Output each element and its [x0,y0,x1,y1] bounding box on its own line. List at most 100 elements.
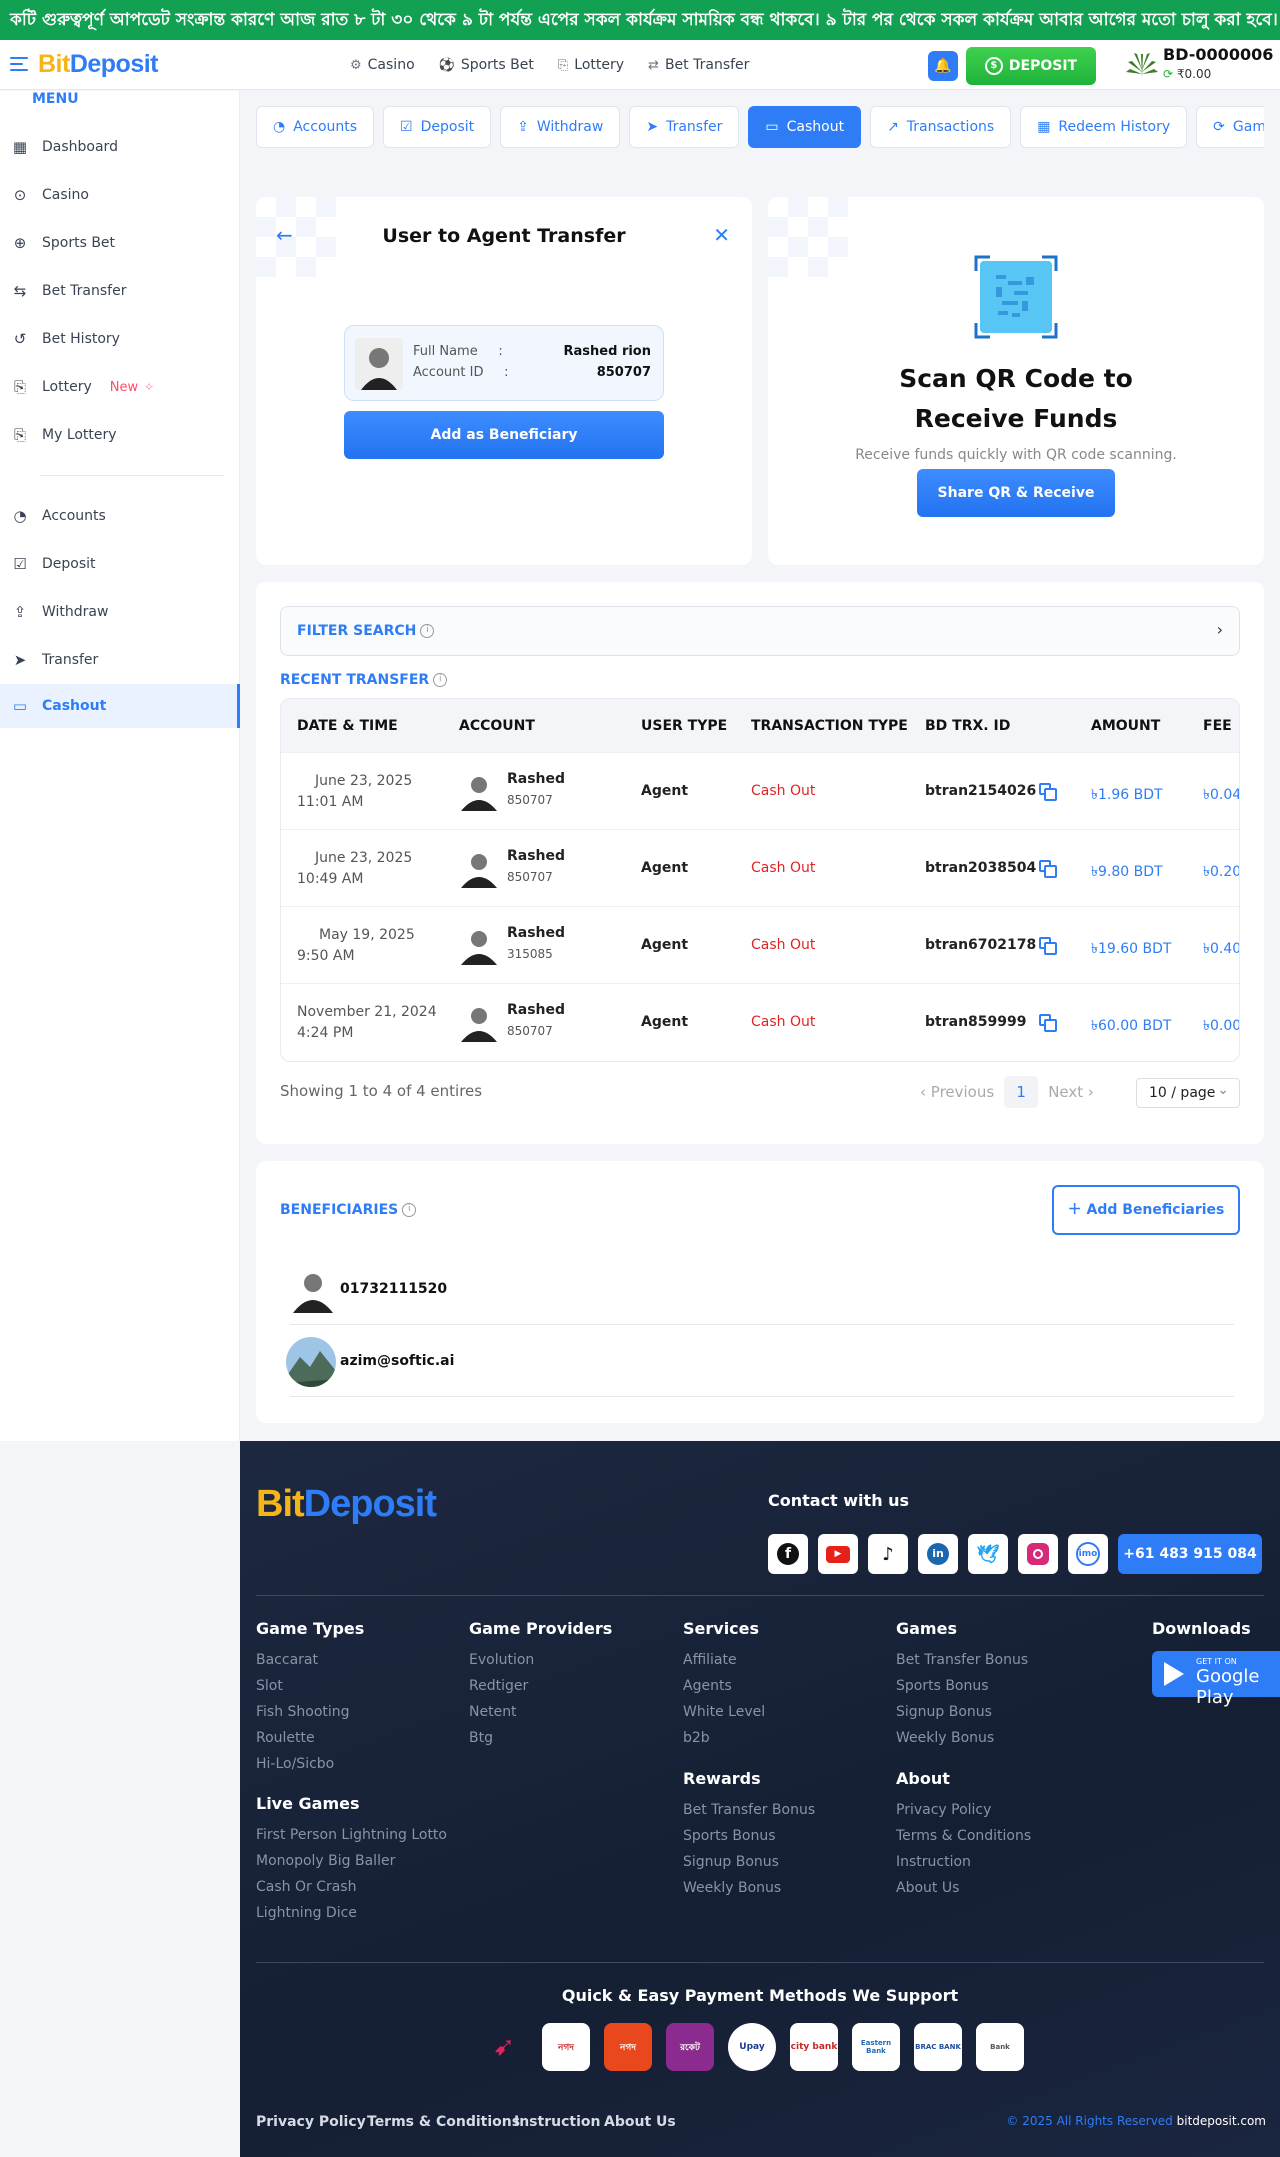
sidebar-item-cashout[interactable]: ▭ Cashout [0,684,240,728]
footer-link[interactable]: Fish Shooting [256,1704,350,1720]
cell-user-type: Agent [641,1014,689,1030]
bottom-link-instruction[interactable]: Instruction [514,2114,600,2130]
next-page-button[interactable]: Next › [1048,1083,1094,1101]
google-play-button[interactable]: GET IT ON Google Play [1152,1651,1280,1708]
sidebar-item-sports-bet[interactable]: ⊕ Sports Bet [0,221,240,265]
footer-link[interactable]: Cash Or Crash [256,1879,356,1895]
close-icon[interactable]: ✕ [713,223,730,247]
share-qr-button[interactable]: Share QR & Receive [917,469,1115,517]
tab-withdraw[interactable]: ⇪ Withdraw [500,106,621,148]
footer-link[interactable]: Bet Transfer Bonus [896,1652,1028,1668]
footer-link[interactable]: About Us [896,1880,959,1896]
info-icon: i [433,673,448,687]
imo-icon[interactable]: imo [1068,1534,1108,1574]
topnav-lottery[interactable]: ⎘ Lottery [558,57,624,73]
linkedin-icon[interactable]: in [918,1534,958,1574]
add-as-beneficiary-button[interactable]: Add as Beneficiary [344,411,664,459]
copy-icon[interactable] [1039,783,1057,801]
footer-link[interactable]: Baccarat [256,1652,318,1668]
footer-link[interactable]: Agents [683,1678,732,1694]
notification-bell-icon[interactable]: 🔔 [928,51,958,81]
footer-link[interactable]: Affiliate [683,1652,737,1668]
tiktok-icon[interactable]: ♪ [868,1534,908,1574]
footer-link[interactable]: Hi-Lo/Sicbo [256,1756,334,1772]
footer-link[interactable]: Privacy Policy [896,1802,991,1818]
refresh-icon[interactable]: ⟳ [1163,67,1173,81]
youtube-icon[interactable]: ▶ [818,1534,858,1574]
send-icon: ➤ [13,651,27,669]
sidebar-item-my-lottery[interactable]: ⎘ My Lottery [0,413,240,457]
topnav-casino[interactable]: ⚙ Casino [350,57,415,73]
footer-link[interactable]: Weekly Bonus [683,1880,781,1896]
bottom-link-terms[interactable]: Terms & Conditions [367,2114,520,2130]
sidebar-item-withdraw[interactable]: ⇪ Withdraw [0,590,240,634]
footer-link[interactable]: Lightning Dice [256,1905,357,1921]
footer-link[interactable]: Signup Bonus [896,1704,992,1720]
copy-icon[interactable] [1039,1014,1057,1032]
footer-link[interactable]: Roulette [256,1730,315,1746]
tab-transfer[interactable]: ➤ Transfer [629,106,740,148]
footer-link[interactable]: b2b [683,1730,710,1746]
sidebar-item-bet-history[interactable]: ↺ Bet History [0,317,240,361]
footer-link[interactable]: White Level [683,1704,765,1720]
leaf-avatar-icon[interactable] [1124,48,1160,82]
footer-link[interactable]: Sports Bonus [683,1828,776,1844]
tab-redeem-history[interactable]: ▦ Redeem History [1020,106,1188,148]
balance[interactable]: ⟳ ₹0.00 [1163,67,1211,81]
footer-link[interactable]: Redtiger [469,1678,528,1694]
hamburger-menu-icon[interactable] [10,57,28,71]
sidebar-item-dashboard[interactable]: ▦ Dashboard [0,125,240,169]
tab-cashout[interactable]: ▭ Cashout [748,106,862,148]
avatar [286,1337,336,1387]
footer-link[interactable]: Evolution [469,1652,534,1668]
footer-link[interactable]: Signup Bonus [683,1854,779,1870]
twitter-icon[interactable]: 🕊 [968,1534,1008,1574]
footer-link[interactable]: Btg [469,1730,493,1746]
sidebar-item-bet-transfer[interactable]: ⇆ Bet Transfer [0,269,240,313]
payment-methods: ➹ নগদ নগদ রকেট Upay city bank Eastern Ba… [480,2023,1024,2071]
footer-link[interactable]: Slot [256,1678,283,1694]
instagram-icon[interactable] [1018,1534,1058,1574]
payments-title: Quick & Easy Payment Methods We Support [561,1986,959,2005]
phone-button[interactable]: +61 483 915 084 [1118,1534,1262,1574]
sidebar-item-casino[interactable]: ⊙ Casino [0,173,240,217]
topnav-sports-bet[interactable]: ⚽ Sports Bet [439,57,534,73]
bottom-link-about[interactable]: About Us [604,2114,676,2130]
tab-accounts[interactable]: ◔ Accounts [256,106,375,148]
footer-logo[interactable]: BitDeposit [256,1483,437,1526]
sidebar-item-lottery[interactable]: ⎘ Lottery New ✧ [0,365,240,409]
tab-games[interactable]: ⟳ Gam [1196,106,1264,148]
footer-link[interactable]: Terms & Conditions [896,1828,1031,1844]
copy-icon[interactable] [1039,937,1057,955]
footer-link[interactable]: Sports Bonus [896,1678,989,1694]
copy-icon[interactable] [1039,860,1057,878]
topnav-bet-transfer[interactable]: ⇄ Bet Transfer [648,57,749,73]
footer-link[interactable]: Weekly Bonus [896,1730,994,1746]
footer-link[interactable]: First Person Lightning Lotto [256,1827,447,1843]
add-beneficiaries-button[interactable]: ＋ Add Beneficiaries [1052,1185,1240,1235]
footer-link[interactable]: Instruction [896,1854,971,1870]
cell-transaction-type: Cash Out [751,937,816,953]
beneficiaries-title: BENEFICIARIES i [280,1202,417,1218]
deposit-button[interactable]: $ DEPOSIT [966,47,1096,85]
footer-link[interactable]: Bet Transfer Bonus [683,1802,815,1818]
beneficiary-item[interactable]: 01732111520 [290,1255,1234,1325]
sidebar-item-deposit[interactable]: ☑ Deposit [0,542,240,586]
tab-transactions[interactable]: ↗ Transactions [870,106,1012,148]
sidebar-item-accounts[interactable]: ◔ Accounts [0,494,240,538]
page-number[interactable]: 1 [1004,1076,1039,1108]
logo[interactable]: BitDeposit [38,50,159,79]
social-links: f ▶ ♪ in 🕊 imo [768,1534,1108,1574]
tab-deposit[interactable]: ☑ Deposit [383,106,492,148]
beneficiary-item[interactable]: azim@softic.ai [286,1327,1234,1397]
prev-page-button[interactable]: ‹ Previous [920,1083,994,1101]
facebook-icon[interactable]: f [768,1534,808,1574]
footer-link[interactable]: Netent [469,1704,517,1720]
bottom-link-privacy[interactable]: Privacy Policy [256,2114,366,2130]
filter-search-toggle[interactable]: FILTER SEARCH i › [280,606,1240,656]
col-title-game-types: Game Types [256,1619,365,1638]
sidebar-item-transfer[interactable]: ➤ Transfer [0,638,240,682]
page-size-select[interactable]: 10 / page [1136,1076,1240,1108]
footer-link[interactable]: Monopoly Big Baller [256,1853,395,1869]
cell-fee: ৳0.40 [1203,941,1240,957]
